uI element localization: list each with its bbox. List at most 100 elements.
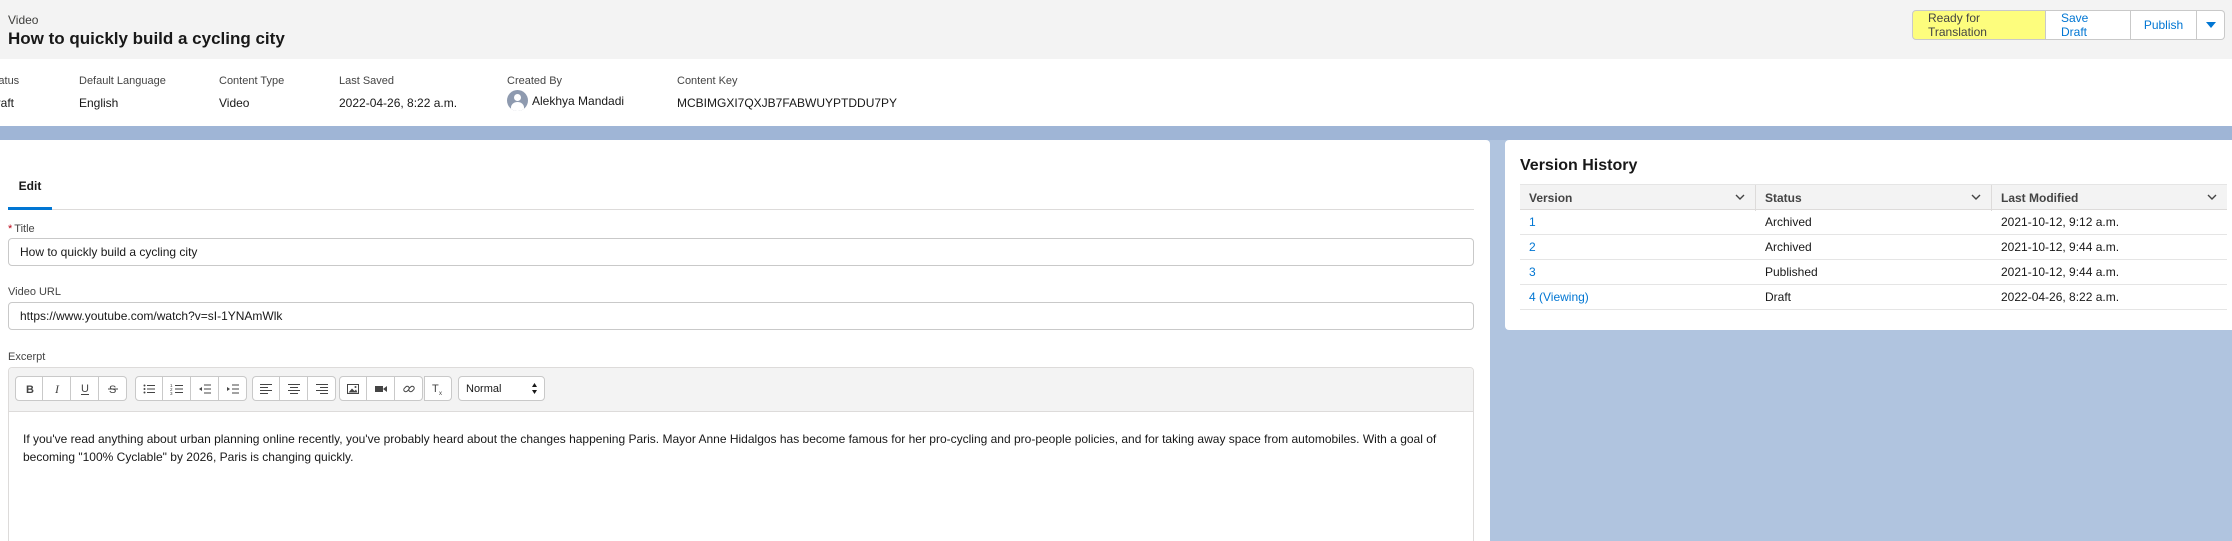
column-header-version[interactable]: Version <box>1520 185 1756 211</box>
version-link[interactable]: 4 (Viewing) <box>1520 285 1756 309</box>
excerpt-label: Excerpt <box>8 351 46 363</box>
table-header: Version Status Last Modified <box>1520 184 2227 211</box>
svg-text:T: T <box>432 383 439 395</box>
version-link[interactable]: 1 <box>1520 210 1756 234</box>
up-down-arrows-icon <box>532 383 537 394</box>
chevron-down-icon[interactable] <box>1735 194 1745 201</box>
format-text-group: B I U S <box>15 376 127 401</box>
align-left-icon[interactable] <box>252 376 280 401</box>
edit-panel: Edit * Title How to quickly build a cycli… <box>0 140 1490 541</box>
action-button-group: Ready for Translation Save Draft Publish <box>1912 10 2225 40</box>
italic-icon[interactable]: I <box>43 376 71 401</box>
table-row: 2 Archived 2021-10-12, 9:44 a.m. <box>1520 235 2227 260</box>
more-actions-button[interactable] <box>2197 10 2225 40</box>
content-type-label: Content Type <box>219 75 285 87</box>
chevron-down-icon <box>2205 22 2216 28</box>
created-by-name[interactable]: Alekhya Mandadi <box>532 94 624 108</box>
column-label: Version <box>1529 191 1573 205</box>
underline-icon[interactable]: U <box>71 376 99 401</box>
status-label: Status <box>0 75 20 87</box>
version-link[interactable]: 2 <box>1520 235 1756 259</box>
align-right-icon[interactable] <box>308 376 336 401</box>
version-status: Archived <box>1765 240 1812 254</box>
table-row: 3 Published 2021-10-12, 9:44 a.m. <box>1520 260 2227 285</box>
format-select-value: Normal <box>466 382 502 395</box>
version-status: Archived <box>1765 215 1812 229</box>
content-key-field: Content Key MCBIMGXI7QXJB7FABWUYPTDDU7PY <box>677 75 897 110</box>
version-link[interactable]: 3 <box>1520 260 1756 284</box>
content-type-field: Content Type Video <box>219 75 284 110</box>
link-icon[interactable] <box>395 376 423 401</box>
version-history-panel: Version History Version Status Last Modi… <box>1505 140 2232 330</box>
svg-text:U: U <box>81 383 89 395</box>
clear-format-icon[interactable]: Tx <box>424 376 452 401</box>
numbered-list-icon[interactable]: 123 <box>163 376 191 401</box>
default-language-label: Default Language <box>79 75 166 87</box>
created-by-value[interactable]: Alekhya Mandadi <box>507 90 624 111</box>
column-label: Last Modified <box>2001 191 2079 205</box>
created-by-label: Created By <box>507 75 563 87</box>
version-modified: 2021-10-12, 9:12 a.m. <box>2001 215 2120 229</box>
version-modified: 2022-04-26, 8:22 a.m. <box>2001 290 2120 304</box>
page-title: How to quickly build a cycling city <box>8 29 285 48</box>
format-select[interactable]: Normal <box>458 376 545 401</box>
title-input[interactable]: How to quickly build a cycling city <box>8 238 1474 266</box>
default-language-field: Default Language English <box>79 75 166 110</box>
publish-button[interactable]: Publish <box>2131 10 2197 40</box>
title-label: * Title <box>8 223 35 235</box>
tab-edit[interactable]: Edit <box>8 160 52 210</box>
svg-text:I: I <box>54 382 60 396</box>
page-header: Video How to quickly build a cycling cit… <box>0 0 2232 59</box>
excerpt-content[interactable]: If you've read anything about urban plan… <box>9 412 1473 466</box>
version-modified: 2021-10-12, 9:44 a.m. <box>2001 265 2120 279</box>
align-center-icon[interactable] <box>280 376 308 401</box>
column-header-status[interactable]: Status <box>1756 185 1992 211</box>
svg-text:S: S <box>109 384 116 396</box>
image-icon[interactable] <box>339 376 367 401</box>
content-key-label: Content Key <box>677 75 738 87</box>
content-type-value: Video <box>219 96 250 110</box>
column-header-last-modified[interactable]: Last Modified <box>1992 185 2227 211</box>
table-row: 4 (Viewing) Draft 2022-04-26, 8:22 a.m. <box>1520 285 2227 310</box>
version-history-table: Version Status Last Modified 1 Archived … <box>1520 184 2227 310</box>
rte-toolbar: B I U S 123 Tx Normal <box>9 368 1473 412</box>
tab-bar: Edit <box>8 160 1474 210</box>
video-icon[interactable] <box>367 376 395 401</box>
video-url-input[interactable]: https://www.youtube.com/watch?v=sI-1YNAm… <box>8 302 1474 330</box>
required-marker: * <box>8 223 13 235</box>
ready-for-translation-button[interactable]: Ready for Translation <box>1912 10 2046 40</box>
last-saved-field: Last Saved 2022-04-26, 8:22 a.m. <box>339 75 457 110</box>
status-field: Status Draft <box>0 75 19 110</box>
last-saved-label: Last Saved <box>339 75 395 87</box>
column-label: Status <box>1765 191 1802 205</box>
save-draft-button[interactable]: Save Draft <box>2046 10 2131 40</box>
bullet-list-icon[interactable] <box>135 376 163 401</box>
insert-group <box>339 376 423 401</box>
chevron-down-icon[interactable] <box>2207 194 2217 201</box>
svg-text:3: 3 <box>170 391 173 396</box>
outdent-icon[interactable] <box>191 376 219 401</box>
excerpt-rich-text-editor: B I U S 123 Tx Normal If you've read any… <box>8 367 1474 541</box>
list-group: 123 <box>135 376 247 401</box>
background-texture <box>0 126 2232 140</box>
title-label-text: Title <box>14 223 35 235</box>
table-row: 1 Archived 2021-10-12, 9:12 a.m. <box>1520 210 2227 235</box>
strikethrough-icon[interactable]: S <box>99 376 127 401</box>
last-saved-value: 2022-04-26, 8:22 a.m. <box>339 96 458 110</box>
highlights-panel: Status Draft Default Language English Co… <box>0 59 2232 126</box>
status-value: Draft <box>0 96 15 110</box>
version-modified: 2021-10-12, 9:44 a.m. <box>2001 240 2120 254</box>
content-key-value: MCBIMGXI7QXJB7FABWUYPTDDU7PY <box>677 96 898 110</box>
indent-icon[interactable] <box>219 376 247 401</box>
bold-icon[interactable]: B <box>15 376 43 401</box>
created-by-field: Created By Alekhya Mandadi <box>507 75 624 111</box>
version-history-title: Version History <box>1520 157 1638 174</box>
align-group <box>252 376 336 401</box>
version-status: Published <box>1765 265 1818 279</box>
svg-text:x: x <box>439 391 442 396</box>
object-type-label: Video <box>8 13 39 27</box>
avatar <box>507 90 528 111</box>
chevron-down-icon[interactable] <box>1971 194 1981 201</box>
clear-group: Tx <box>424 376 452 401</box>
default-language-value: English <box>79 96 119 110</box>
